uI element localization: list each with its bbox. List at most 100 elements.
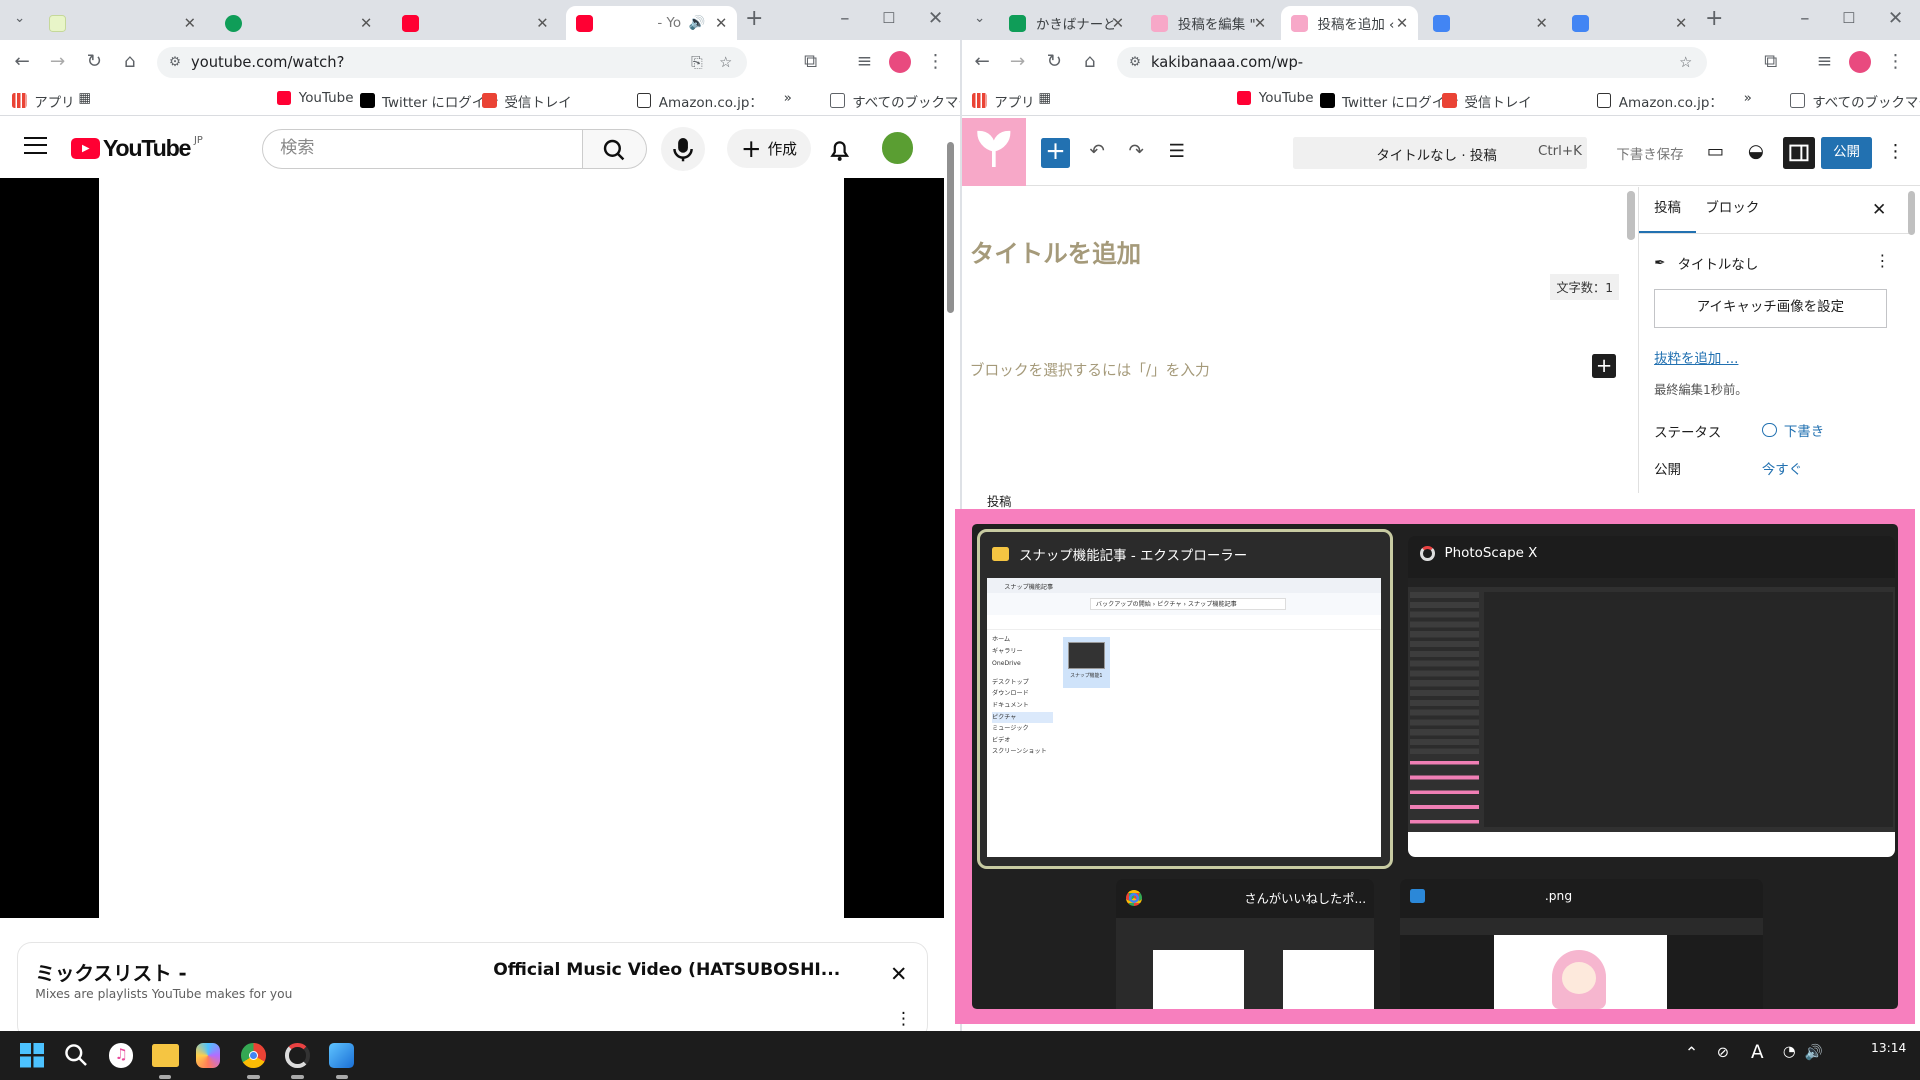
- status-value[interactable]: 下書き: [1761, 420, 1824, 440]
- more-bookmarks-icon[interactable]: »: [784, 91, 792, 106]
- right-tab-1[interactable]: かきばナーどっと✕: [999, 6, 1134, 40]
- twitter-bookmark[interactable]: Twitter にログイン: [1320, 91, 1459, 111]
- reload-icon[interactable]: ↻: [1042, 50, 1066, 74]
- tab-search-icon[interactable]: ⌄: [967, 7, 991, 31]
- close-tab-icon[interactable]: ✕: [1254, 15, 1266, 32]
- snap-window-photos[interactable]: .png: [1400, 878, 1763, 1009]
- avatar[interactable]: [881, 132, 914, 165]
- close-tab-icon[interactable]: ✕: [360, 15, 372, 32]
- new-tab-icon[interactable]: +: [742, 7, 766, 31]
- profile-avatar[interactable]: [1848, 51, 1872, 74]
- all-bookmarks[interactable]: すべてのブックマーク: [1790, 91, 1920, 111]
- featured-image-button[interactable]: アイキャッチ画像を設定: [1654, 288, 1887, 329]
- sidebar-scrollbar[interactable]: [1907, 191, 1916, 236]
- left-tab-2[interactable]: ✕: [216, 6, 383, 40]
- back-icon[interactable]: ←: [970, 50, 994, 74]
- bookmark-star-icon[interactable]: ☆: [719, 54, 732, 71]
- left-tab-4-active[interactable]: - Yo 🔊 ✕: [565, 6, 738, 41]
- site-info-icon[interactable]: ⚙: [169, 55, 181, 70]
- voice-search-button[interactable]: [661, 127, 706, 172]
- snap-window-chrome[interactable]: さんがいいねしたポ...: [1116, 878, 1374, 1009]
- file-explorer-app-icon[interactable]: [151, 1044, 179, 1067]
- close-tab-icon[interactable]: ✕: [1396, 15, 1408, 32]
- speaker-icon[interactable]: 🔊: [689, 16, 706, 31]
- install-icon[interactable]: ⎘: [691, 54, 703, 71]
- home-icon[interactable]: ⌂: [118, 50, 142, 74]
- swell-icon[interactable]: ◒: [1744, 140, 1768, 164]
- ime-mode-icon[interactable]: A: [1751, 1042, 1764, 1063]
- back-icon[interactable]: ←: [10, 50, 34, 74]
- twitter-bookmark[interactable]: Twitter にログイン: [360, 91, 499, 111]
- menu-icon[interactable]: ⋮: [923, 50, 947, 74]
- home-icon[interactable]: ⌂: [1078, 50, 1102, 74]
- left-tab-1[interactable]: ✕: [39, 6, 206, 40]
- apps-bookmark[interactable]: アプリ: [12, 91, 75, 111]
- youtube-bookmark[interactable]: YouTube: [276, 91, 353, 106]
- extensions-icon[interactable]: ⧉: [1758, 50, 1782, 74]
- snap-window-photoscape[interactable]: PhotoScape X: [1407, 535, 1896, 857]
- block-placeholder[interactable]: ブロックを選択するには「/」を入力: [970, 359, 1210, 380]
- amazon-bookmark[interactable]: Amazon.co.jp：: [1596, 91, 1723, 111]
- tab-groups-icon[interactable]: ▦: [78, 91, 91, 106]
- gmail-bookmark[interactable]: 受信トレイ: [1442, 91, 1532, 111]
- chevron-up-icon[interactable]: ⌃: [1685, 1043, 1698, 1062]
- minimize-icon[interactable]: –: [1793, 7, 1817, 31]
- close-tab-icon[interactable]: ✕: [1675, 15, 1687, 32]
- mix-more-icon[interactable]: ⋮: [895, 1009, 912, 1029]
- reload-icon[interactable]: ↻: [82, 50, 106, 74]
- youtube-bookmark[interactable]: YouTube: [1236, 91, 1313, 106]
- publish-date-value[interactable]: 今すぐ: [1762, 458, 1802, 478]
- publish-button[interactable]: 公開: [1820, 137, 1873, 169]
- right-tab-4[interactable]: ✕: [1423, 6, 1558, 40]
- add-block-button[interactable]: +: [1591, 353, 1617, 379]
- close-tab-icon[interactable]: ✕: [1535, 15, 1547, 32]
- notifications-button[interactable]: [825, 135, 854, 164]
- editor-canvas[interactable]: タイトルを追加 文字数：1 ブロックを選択するには「/」を入力 +: [962, 187, 1635, 481]
- search-input[interactable]: 検索: [262, 128, 583, 169]
- chrome-app-icon[interactable]: [241, 1043, 266, 1068]
- right-tab-2[interactable]: 投稿を編集 " ✕: [1141, 6, 1276, 40]
- minimize-icon[interactable]: –: [833, 7, 857, 31]
- amazon-bookmark[interactable]: Amazon.co.jp：: [636, 91, 763, 111]
- copilot-app-icon[interactable]: [195, 1043, 221, 1068]
- profile-avatar[interactable]: [888, 51, 912, 74]
- close-sidebar-icon[interactable]: ✕: [1872, 200, 1886, 220]
- close-tab-icon[interactable]: ✕: [536, 15, 548, 32]
- mix-video-title[interactable]: Official Music Video (HATSUBOSHI...: [493, 960, 840, 980]
- gmail-bookmark[interactable]: 受信トレイ: [482, 91, 572, 111]
- page-scrollbar[interactable]: [946, 142, 954, 314]
- new-tab-icon[interactable]: +: [1702, 7, 1726, 31]
- forward-icon[interactable]: →: [45, 50, 69, 74]
- maximize-icon[interactable]: ☐: [877, 7, 901, 31]
- block-inserter-button[interactable]: +: [1040, 137, 1071, 168]
- close-window-icon[interactable]: ✕: [1883, 7, 1907, 31]
- photos-app-icon[interactable]: [329, 1043, 354, 1068]
- create-button[interactable]: + 作成: [727, 128, 811, 168]
- extensions-icon[interactable]: ⧉: [798, 50, 822, 74]
- itunes-app-icon[interactable]: ♫: [108, 1043, 134, 1068]
- volume-icon[interactable]: 🔊: [1805, 1043, 1823, 1061]
- options-menu-icon[interactable]: ⋮: [1883, 140, 1907, 164]
- close-tab-icon[interactable]: ✕: [1112, 15, 1124, 32]
- menu-icon[interactable]: ⋮: [1883, 50, 1907, 74]
- apps-bookmark[interactable]: アプリ: [972, 91, 1035, 111]
- tab-groups-icon[interactable]: ▦: [1038, 91, 1051, 106]
- site-info-icon[interactable]: ⚙: [1129, 55, 1141, 70]
- add-excerpt-link[interactable]: 抜粋を追加 ...: [1654, 347, 1738, 367]
- forward-icon[interactable]: →: [1005, 50, 1029, 74]
- post-title-field[interactable]: タイトルを追加: [970, 235, 1141, 270]
- search-button[interactable]: [64, 1043, 88, 1067]
- left-tab-3[interactable]: ✕: [392, 6, 559, 40]
- redo-icon[interactable]: ↷: [1124, 140, 1148, 164]
- address-bar[interactable]: ⚙ youtube.com/watch? ⎘ ☆: [156, 46, 747, 79]
- photoscape-app-icon[interactable]: [285, 1043, 310, 1068]
- tab-post[interactable]: 投稿: [1639, 187, 1696, 233]
- video-player[interactable]: [0, 177, 945, 919]
- close-window-icon[interactable]: ✕: [923, 7, 947, 31]
- site-logo-button[interactable]: [962, 117, 1027, 187]
- address-bar[interactable]: ⚙ kakibanaaa.com/wp- ☆: [1116, 46, 1707, 79]
- more-bookmarks-icon[interactable]: »: [1744, 91, 1752, 106]
- command-palette[interactable]: タイトルなし · 投稿 Ctrl+K: [1293, 137, 1587, 169]
- close-tab-icon[interactable]: ✕: [184, 15, 196, 32]
- right-tab-5[interactable]: ✕: [1562, 6, 1697, 40]
